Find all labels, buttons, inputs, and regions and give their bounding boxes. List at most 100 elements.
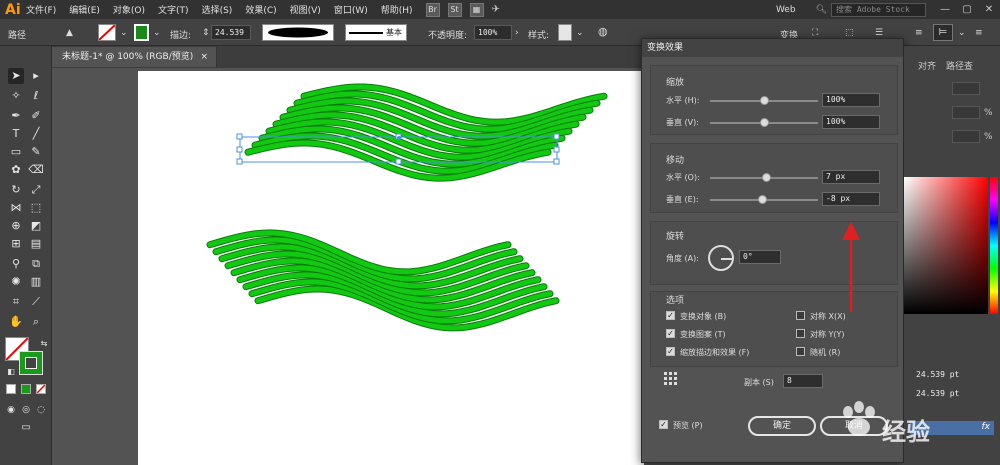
- preview-checkbox[interactable]: ✓: [659, 420, 668, 429]
- rotate-tool-icon[interactable]: ↻: [8, 182, 24, 198]
- align-icon[interactable]: ☰: [875, 28, 883, 38]
- column-graph-tool-icon[interactable]: ▥: [28, 274, 44, 290]
- color-spectrum[interactable]: [904, 177, 988, 314]
- reflect-x-checkbox[interactable]: [796, 311, 805, 320]
- curvature-tool-icon[interactable]: ✐: [28, 108, 44, 124]
- artboard[interactable]: [138, 71, 644, 465]
- more-options-icon[interactable]: ≡: [915, 28, 923, 38]
- transform-patterns-checkbox[interactable]: ✓: [666, 329, 675, 338]
- paintbrush-tool-icon[interactable]: ✎: [28, 144, 44, 160]
- rotate-angle-input[interactable]: 0°: [739, 250, 781, 264]
- stroke-swatch[interactable]: [134, 24, 149, 41]
- gradient-tool-icon[interactable]: ▤: [28, 236, 44, 252]
- isolate-icon[interactable]: ⛶: [812, 28, 818, 38]
- direct-selection-tool-icon[interactable]: ▸: [28, 68, 44, 84]
- line-segment-tool-icon[interactable]: ╱: [28, 126, 44, 142]
- workspace-switcher[interactable]: Web: [776, 5, 796, 15]
- eyedropper-tool-icon[interactable]: ⚲: [8, 256, 24, 272]
- eraser-tool-icon[interactable]: ⌫: [28, 162, 44, 178]
- scale-horizontal-thumb[interactable]: [760, 96, 769, 105]
- move-horizontal-input[interactable]: 7 px: [822, 170, 880, 184]
- panel-menu-icon[interactable]: ≡: [975, 28, 983, 38]
- none-mode-icon[interactable]: [36, 384, 46, 394]
- stroke-stepper-icon[interactable]: ⇕: [202, 28, 210, 38]
- warning-icon[interactable]: ▲: [66, 28, 73, 38]
- menu-effect[interactable]: 效果(C): [245, 3, 276, 16]
- stroke-weight-input[interactable]: 24.539: [211, 25, 251, 40]
- transform-objects-checkbox[interactable]: ✓: [666, 311, 675, 320]
- scale-vertical-thumb[interactable]: [760, 118, 769, 127]
- bridge-icon[interactable]: Br: [425, 2, 440, 17]
- envelope-icon[interactable]: ⬚: [845, 28, 854, 38]
- slice-tool-icon[interactable]: ⟋: [28, 294, 44, 310]
- close-icon[interactable]: ✕: [978, 4, 1000, 15]
- menu-object[interactable]: 对象(O): [113, 3, 145, 16]
- mesh-tool-icon[interactable]: ⊞: [8, 236, 24, 252]
- panel-field-1[interactable]: [952, 82, 980, 95]
- move-vertical-thumb[interactable]: [757, 195, 767, 204]
- fill-swatch[interactable]: [98, 24, 116, 41]
- menu-select[interactable]: 选择(S): [202, 3, 233, 16]
- stroke-row-1[interactable]: 24.539 pt: [916, 370, 959, 379]
- artwork-canvas[interactable]: [138, 71, 644, 465]
- scale-horizontal-input[interactable]: 100%: [822, 93, 880, 107]
- menu-edit[interactable]: 编辑(E): [69, 3, 100, 16]
- lasso-tool-icon[interactable]: ℓ: [28, 88, 44, 104]
- draw-normal-icon[interactable]: ◉: [3, 402, 19, 418]
- menu-help[interactable]: 帮助(H): [381, 3, 413, 16]
- rectangle-tool-icon[interactable]: ▭: [8, 144, 24, 160]
- menu-view[interactable]: 视图(V): [290, 3, 321, 16]
- hue-slider[interactable]: [990, 177, 998, 314]
- selection-tool-icon[interactable]: ➤: [8, 68, 24, 84]
- stroke-color-box[interactable]: [19, 351, 43, 375]
- random-checkbox[interactable]: [796, 347, 805, 356]
- recolor-artwork-icon[interactable]: ◍: [598, 25, 608, 38]
- panel-field-2[interactable]: [952, 106, 980, 119]
- move-vertical-input[interactable]: -8 px: [822, 192, 880, 206]
- wave-group-top[interactable]: [244, 83, 608, 182]
- gpu-performance-icon[interactable]: ✈: [492, 4, 500, 15]
- gradient-mode-icon[interactable]: [21, 384, 31, 394]
- variable-width-profile[interactable]: [262, 24, 334, 41]
- screen-mode-icon[interactable]: ▭: [18, 420, 34, 436]
- align-panel-tab[interactable]: 对齐: [918, 59, 936, 72]
- scale-tool-icon[interactable]: ⤢: [28, 182, 44, 198]
- document-tab-close[interactable]: ×: [200, 47, 208, 67]
- pathfinder-panel-tab[interactable]: 路径查: [946, 59, 973, 72]
- minimize-icon[interactable]: —: [934, 4, 956, 15]
- perspective-grid-tool-icon[interactable]: ◩: [28, 218, 44, 234]
- hand-tool-icon[interactable]: ✋: [8, 314, 24, 330]
- default-colors-icon[interactable]: ◧: [3, 364, 19, 380]
- width-tool-icon[interactable]: ⋈: [8, 200, 24, 216]
- arrange-icon[interactable]: ⊨: [933, 24, 953, 41]
- arrange-documents-icon[interactable]: ▦: [469, 2, 484, 17]
- magic-wand-tool-icon[interactable]: ✧: [8, 88, 24, 104]
- graphic-style-swatch[interactable]: [558, 24, 572, 41]
- brush-definition[interactable]: 基本: [345, 24, 407, 41]
- symbol-sprayer-tool-icon[interactable]: ✺: [8, 274, 24, 290]
- arrange-dropdown-icon[interactable]: ⌄: [958, 28, 966, 38]
- opacity-input[interactable]: 100%: [474, 25, 512, 40]
- angle-dial[interactable]: [708, 245, 734, 271]
- panel-field-3[interactable]: [952, 130, 980, 143]
- menu-type[interactable]: 文字(T): [158, 3, 189, 16]
- shape-builder-tool-icon[interactable]: ⊕: [8, 218, 24, 234]
- wave-group-bottom[interactable]: [206, 229, 560, 332]
- blend-tool-icon[interactable]: ⧉: [28, 256, 44, 272]
- free-transform-tool-icon[interactable]: ⬚: [28, 200, 44, 216]
- stroke-dropdown-icon[interactable]: ⌄: [153, 28, 161, 38]
- copies-input[interactable]: 8: [783, 374, 823, 388]
- opacity-arrow-icon[interactable]: ›: [515, 28, 519, 38]
- pen-tool-icon[interactable]: ✒: [8, 108, 24, 124]
- style-dropdown-icon[interactable]: ⌄: [576, 28, 584, 38]
- menu-file[interactable]: 文件(F): [26, 3, 56, 16]
- stock-search-input[interactable]: 搜索 Adobe Stock: [831, 2, 926, 17]
- stock-icon[interactable]: St: [447, 2, 462, 17]
- shaper-tool-icon[interactable]: ✿: [8, 162, 24, 178]
- reference-point-icon[interactable]: [664, 372, 678, 386]
- maximize-icon[interactable]: ▢: [956, 4, 978, 15]
- draw-behind-icon[interactable]: ◎: [18, 402, 34, 418]
- scale-vertical-input[interactable]: 100%: [822, 115, 880, 129]
- draw-inside-icon[interactable]: ◌: [33, 402, 49, 418]
- fill-dropdown-icon[interactable]: ⌄: [120, 28, 128, 38]
